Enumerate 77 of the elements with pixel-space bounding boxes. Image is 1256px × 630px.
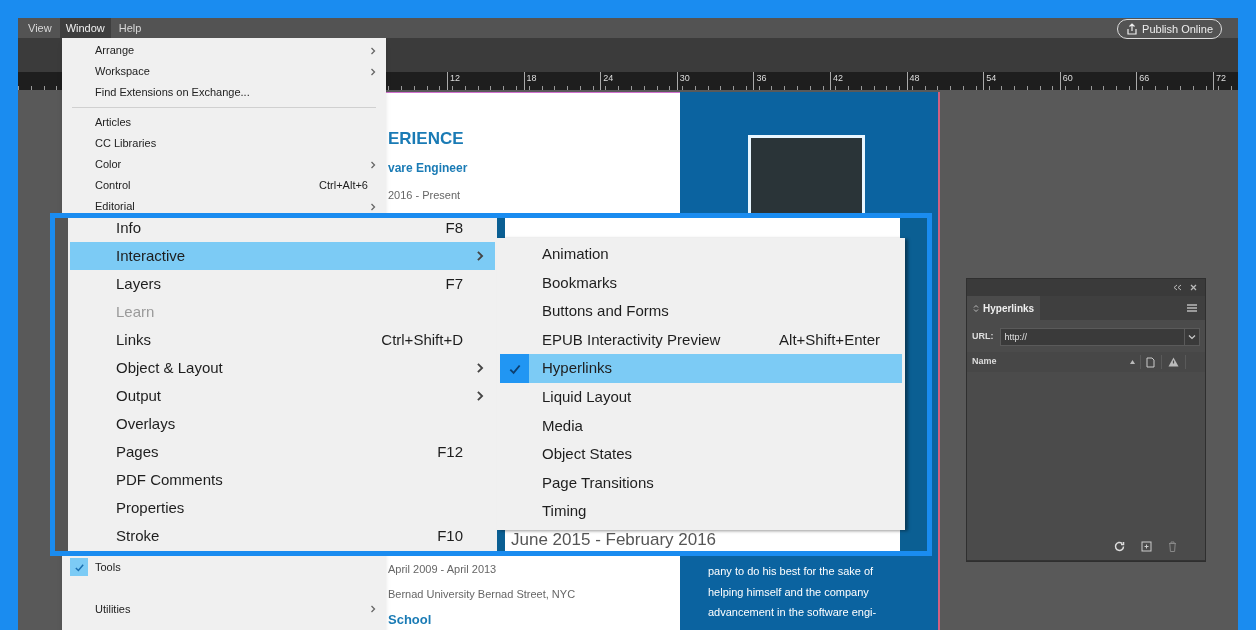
bio-line: pany to do his best for the sake of: [708, 564, 875, 579]
column-header: Name: [972, 355, 998, 369]
job-dates: 2016 - Present: [388, 188, 462, 204]
ruler-label: 36: [755, 72, 767, 84]
menu-bar-item[interactable]: Help: [112, 18, 148, 38]
submenu-item[interactable]: Timing: [500, 497, 902, 526]
menu-item[interactable]: Stroke F10: [70, 522, 495, 550]
warning-icon: [1168, 357, 1179, 367]
menu-bar-item[interactable]: View: [22, 18, 58, 38]
trash-icon: [1168, 541, 1177, 552]
menu-item[interactable]: Find Extensions on Exchange...: [62, 82, 386, 103]
close-icon: [1190, 284, 1197, 291]
job-title: vare Engineer: [388, 160, 468, 178]
updown-arrows-icon: [973, 303, 979, 313]
page-icon: [1146, 356, 1155, 368]
menu-item[interactable]: Color: [62, 154, 386, 175]
menu-item[interactable]: Pages F12: [70, 438, 495, 466]
school-address: Bernad University Bernad Street, NYC: [388, 586, 576, 602]
menu-item[interactable]: Editorial: [62, 196, 386, 217]
submenu-item[interactable]: Hyperlinks: [500, 354, 902, 383]
submenu-item[interactable]: Buttons and Forms: [500, 297, 902, 326]
ruler-label: 54: [985, 72, 997, 84]
url-label: URL:: [972, 330, 994, 344]
menu-item[interactable]: Overlays: [70, 410, 495, 438]
submenu-item[interactable]: Liquid Layout: [500, 382, 902, 412]
chevron-right-icon: [368, 201, 378, 212]
ruler-label: 60: [1061, 72, 1073, 84]
menu-item[interactable]: Output: [70, 382, 495, 410]
submenu-item[interactable]: EPUB Interactivity Preview Alt+Shift+Enter: [500, 325, 902, 355]
submenu-item[interactable]: Media: [500, 411, 902, 441]
menu-item[interactable]: Properties: [70, 494, 495, 522]
menu-item[interactable]: Object & Layout: [70, 354, 495, 382]
menu-bar-item[interactable]: Window: [59, 18, 111, 38]
ruler-label: 24: [602, 72, 614, 84]
chevron-down-icon: [1188, 334, 1196, 340]
menu-item[interactable]: Workspace: [62, 61, 386, 82]
menu-item[interactable]: CC Libraries: [62, 133, 386, 154]
refresh-icon: [1114, 541, 1125, 552]
section-heading: ERIENCE: [388, 128, 465, 150]
menu-item[interactable]: Interactive: [70, 242, 495, 270]
menu-item[interactable]: Tools: [62, 556, 386, 578]
new-item-icon: [1141, 541, 1152, 552]
menu-item[interactable]: Info F8: [70, 218, 495, 242]
submenu-item[interactable]: Page Transitions: [500, 468, 902, 498]
panel-tab[interactable]: Hyperlinks: [967, 296, 1041, 320]
menu-item[interactable]: Utilities: [62, 598, 386, 620]
school-heading: School: [388, 611, 433, 629]
submenu-item[interactable]: Animation: [500, 240, 902, 269]
submenu-item[interactable]: Object States: [500, 440, 902, 469]
school-dates: April 2009 - April 2013: [388, 562, 498, 577]
menu-item[interactable]: Control Ctrl+Alt+6: [62, 175, 386, 196]
share-icon: [1126, 23, 1139, 35]
sort-caret-icon: [1130, 360, 1135, 364]
bio-line: advancement in the software engi-: [708, 605, 877, 620]
ruler-label: 30: [678, 72, 690, 84]
menu-item[interactable]: Layers F7: [70, 270, 495, 298]
chevron-right-icon: [368, 159, 378, 170]
menu-item[interactable]: Arrange: [62, 40, 386, 61]
menu-item[interactable]: PDF Comments: [70, 466, 495, 494]
chevron-right-icon: [368, 66, 378, 77]
date-range: June 2015 - February 2016: [510, 528, 717, 551]
ruler-label: 18: [525, 72, 537, 84]
checkmark-icon: [73, 561, 85, 573]
chevron-right-icon: [368, 604, 378, 614]
ruler-label: 42: [831, 72, 843, 84]
menu-item[interactable]: Articles: [62, 112, 386, 133]
chevron-right-icon: [368, 45, 378, 56]
url-field[interactable]: http://: [999, 328, 1200, 346]
collapse-icon: [1173, 284, 1182, 291]
ruler-label: 12: [449, 72, 460, 84]
ruler-label: 66: [1138, 72, 1150, 84]
ruler-label: 48: [908, 72, 920, 84]
menu-item[interactable]: Links Ctrl+Shift+D: [70, 326, 495, 354]
bio-line: helping himself and the company: [708, 584, 870, 600]
ruler-label: 72: [1214, 72, 1226, 84]
menu-icon: [1187, 304, 1197, 312]
submenu-item[interactable]: Bookmarks: [500, 268, 902, 298]
